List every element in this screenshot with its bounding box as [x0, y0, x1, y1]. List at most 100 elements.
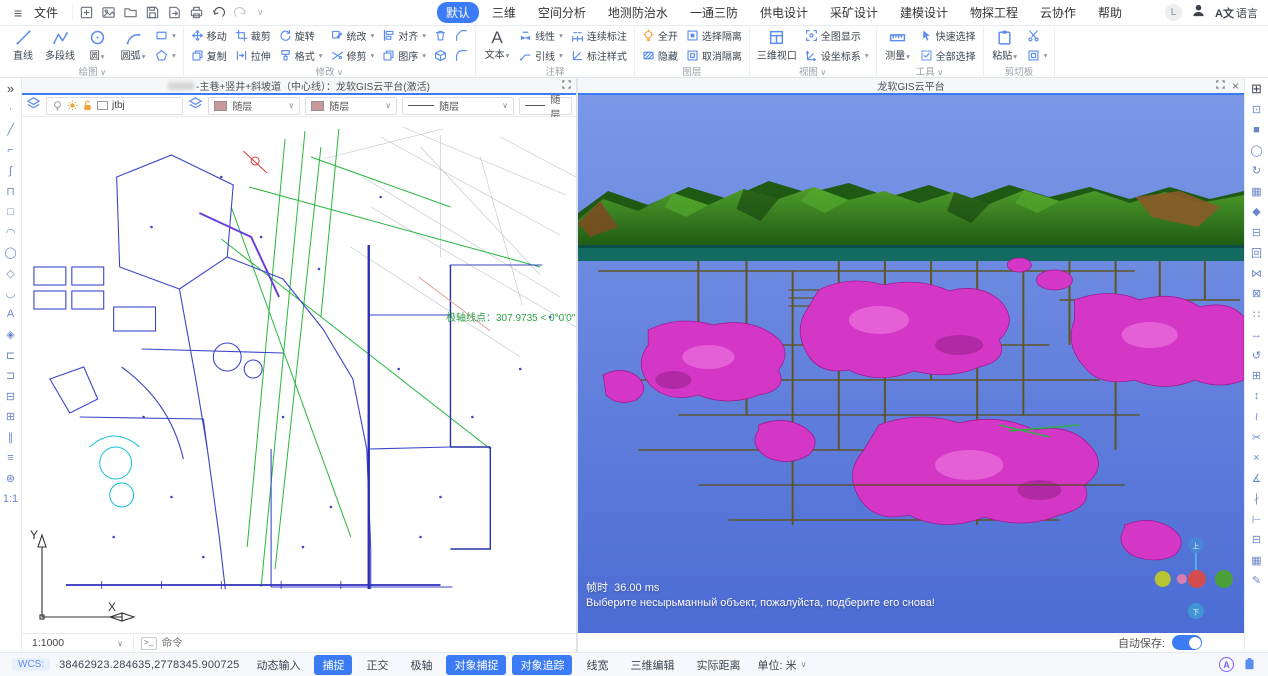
spline-tool-icon[interactable]: ʃ	[3, 163, 19, 178]
status-toggle[interactable]: 对象捕捉	[446, 655, 506, 675]
measure-angle-icon[interactable]: ∡	[1249, 471, 1265, 486]
match-properties-icon[interactable]: ⊞	[1249, 81, 1265, 96]
polygon-button[interactable]	[155, 47, 176, 64]
command-bar[interactable]: >_	[134, 634, 576, 652]
align-bottom-tool-icon[interactable]: ⊞	[3, 409, 19, 424]
ribbon-group-label-layers[interactable]: 图层	[642, 64, 742, 77]
break-icon[interactable]: ✂	[1249, 430, 1265, 445]
copy-icon[interactable]: ⊞	[1249, 368, 1265, 383]
ellipse-tool-icon[interactable]: ◇	[3, 266, 19, 281]
layer-color-swatch[interactable]	[97, 101, 108, 110]
status-toggle[interactable]: 三维编辑	[622, 655, 682, 675]
line-tool-icon[interactable]: ╱	[3, 122, 19, 137]
rotate-icon[interactable]: ↺	[1249, 348, 1265, 363]
layer-bulb-icon[interactable]	[52, 100, 63, 111]
hatch-tool-icon[interactable]: ◈	[3, 327, 19, 342]
chamfer-button[interactable]	[455, 27, 468, 44]
selection-settings-icon[interactable]: ⊛	[3, 471, 19, 486]
crop-button[interactable]: 裁剪	[235, 27, 271, 44]
delete-button[interactable]	[434, 27, 447, 44]
autosave-toggle[interactable]	[1172, 635, 1202, 650]
color-combo[interactable]: 随层∨	[208, 97, 300, 115]
status-toggle[interactable]: 动态输入	[248, 655, 308, 675]
layers-all-on-button[interactable]: 全开	[642, 27, 678, 44]
scale-select[interactable]: 1:1000∨	[22, 634, 134, 652]
menu-tab[interactable]: 默认	[437, 2, 479, 23]
menu-tab[interactable]: 地测防治水	[599, 2, 677, 23]
trim-button[interactable]: 修剪	[331, 47, 375, 64]
export-icon[interactable]	[167, 5, 182, 20]
layer-lock-icon[interactable]	[82, 100, 93, 111]
text-tool-icon[interactable]: A	[3, 307, 19, 322]
linear-dim-button[interactable]: 线性	[519, 27, 563, 44]
status-toggle[interactable]: 捕捉	[314, 655, 352, 675]
delete-icon[interactable]: ⊟	[1249, 225, 1265, 240]
revision-arc-tool-icon[interactable]: ◡	[3, 286, 19, 301]
format-brush-button[interactable]: 格式	[279, 47, 323, 64]
point-marker-icon[interactable]: ∙	[3, 102, 19, 117]
unit-select[interactable]: 单位: 米∨	[757, 657, 806, 673]
extend-icon[interactable]: ⊢	[1249, 512, 1265, 527]
circle-tool-icon[interactable]: ◯	[3, 245, 19, 260]
quickbar-expand-icon[interactable]: ∨	[257, 7, 264, 18]
clipboard-paste-icon[interactable]: ⊟	[1249, 532, 1265, 547]
measure-button[interactable]: 测量	[884, 29, 912, 62]
stretch-icon[interactable]: ↕	[1249, 389, 1265, 404]
layer-states-icon[interactable]	[188, 96, 203, 116]
save-icon[interactable]	[145, 5, 160, 20]
align-left-tool-icon[interactable]: ⊏	[3, 348, 19, 363]
polygon-tool-icon[interactable]: ⊓	[3, 184, 19, 199]
break-at-point-icon[interactable]: ×	[1249, 450, 1265, 465]
ribbon-group-label-view[interactable]: 视图	[757, 64, 869, 77]
orbit-icon[interactable]: ◯	[1249, 143, 1265, 158]
lineweight-combo[interactable]: 随层	[519, 97, 572, 115]
layers-isolate-button[interactable]: 选择隔离	[686, 27, 742, 44]
scene-canvas-3d[interactable]: 上 下 帧时 36.00 ms Выберите несырьманный об…	[578, 95, 1244, 633]
paste-button[interactable]: 粘贴	[991, 29, 1019, 62]
maximize-icon[interactable]	[562, 80, 571, 92]
leader-button[interactable]: 引线	[519, 47, 563, 64]
menu-tab[interactable]: 一通三防	[681, 2, 747, 23]
account-icon[interactable]	[1191, 3, 1206, 23]
cad-canvas-2d[interactable]: 极轴线点：307.9735 < 0°0'0" Y X	[22, 117, 576, 633]
rotate-button[interactable]: 旋转	[279, 27, 323, 44]
status-toggle[interactable]: 极轴	[402, 655, 440, 675]
menu-tab[interactable]: 供电设计	[751, 2, 817, 23]
continuous-dim-button[interactable]: 连续标注	[571, 27, 627, 44]
menu-tab[interactable]: 采矿设计	[821, 2, 887, 23]
mirror-icon[interactable]: ⋈	[1249, 266, 1265, 281]
align-right-tool-icon[interactable]: ⊐	[3, 368, 19, 383]
set-ucs-button[interactable]: 设坐标系	[805, 47, 869, 64]
linetype-combo[interactable]: 随层∨	[402, 97, 514, 115]
layer-manager-icon[interactable]	[26, 96, 41, 116]
polyline-button[interactable]: 多段线	[45, 29, 75, 62]
layers-hide-button[interactable]: 隐藏	[642, 47, 678, 64]
text-button[interactable]: A文本	[483, 30, 511, 61]
grid-fill-icon[interactable]: ▦	[1249, 553, 1265, 568]
menu-tab[interactable]: 物探工程	[961, 2, 1027, 23]
line-button[interactable]: 直线	[9, 29, 37, 62]
circle-button[interactable]: 圆	[83, 29, 111, 62]
expand-rail-icon[interactable]: »	[3, 81, 19, 96]
image-export-icon[interactable]	[101, 5, 116, 20]
viewport-3d-button[interactable]: 三维视口	[757, 29, 797, 62]
ribbon-group-label-draw[interactable]: 绘图	[9, 64, 176, 77]
align-top-tool-icon[interactable]: ⊟	[3, 389, 19, 404]
ribbon-group-label-annotate[interactable]: 注释	[483, 64, 627, 77]
match-paint-icon[interactable]: ⊠	[1249, 286, 1265, 301]
command-input[interactable]	[162, 637, 569, 649]
menu-tab[interactable]: 空间分析	[529, 2, 595, 23]
maximize-icon[interactable]	[1216, 80, 1225, 92]
zoom-extents-button[interactable]: 全图显示	[805, 27, 869, 44]
new-file-icon[interactable]	[79, 5, 94, 20]
avatar[interactable]: L	[1165, 4, 1182, 21]
cut-button[interactable]	[1027, 27, 1048, 44]
array-pattern-icon[interactable]: ∷	[1249, 307, 1265, 322]
gis-3d-panel-titlebar[interactable]: 龙软GIS云平台 ×	[578, 78, 1244, 95]
menu-tab[interactable]: 云协作	[1031, 2, 1085, 23]
ribbon-group-label-modify[interactable]: 修改	[191, 64, 468, 77]
quick-select-button[interactable]: 快速选择	[920, 27, 976, 44]
batch-edit-button[interactable]: 统改	[331, 27, 375, 44]
stretch-button[interactable]: 拉伸	[235, 47, 271, 64]
language-switcher[interactable]: A文 语言	[1215, 5, 1258, 21]
